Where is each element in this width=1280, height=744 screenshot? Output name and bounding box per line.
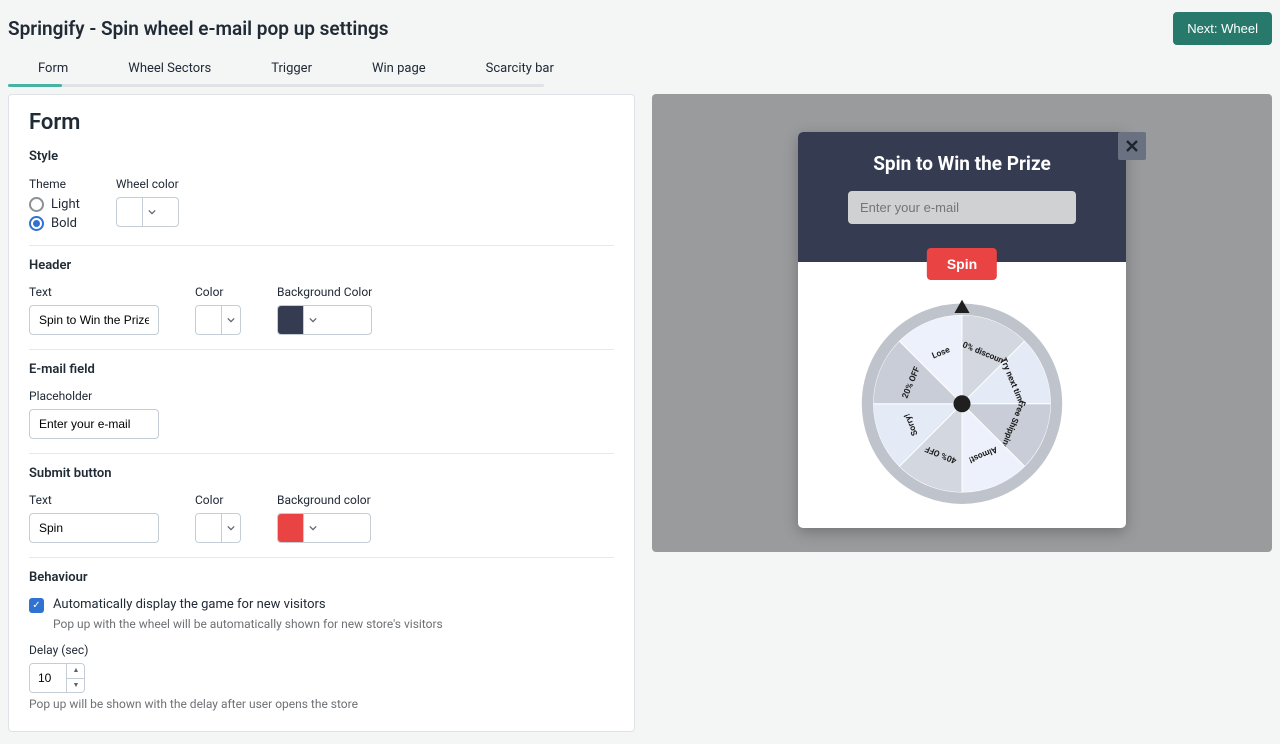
tab-wheel-sectors[interactable]: Wheel Sectors: [98, 53, 241, 84]
header-color-picker[interactable]: [195, 305, 241, 335]
chevron-down-icon: [304, 514, 322, 542]
submit-text-input[interactable]: [29, 513, 159, 543]
spinner-down-icon[interactable]: ▼: [67, 679, 85, 693]
chevron-down-icon: [304, 306, 322, 334]
tab-form[interactable]: Form: [8, 53, 98, 84]
email-placeholder-label: Placeholder: [29, 389, 159, 403]
email-placeholder-input[interactable]: [29, 409, 159, 439]
wheel-color-picker[interactable]: [116, 197, 179, 227]
settings-panel: Form Style Theme Light Bold: [8, 94, 635, 732]
auto-display-help: Pop up with the wheel will be automatica…: [53, 617, 614, 631]
submit-color-picker[interactable]: [195, 513, 241, 543]
delay-help: Pop up will be shown with the delay afte…: [29, 697, 614, 711]
page-title: Springify - Spin wheel e-mail pop up set…: [8, 17, 389, 40]
color-swatch: [196, 306, 222, 334]
theme-radio-bold[interactable]: Bold: [29, 216, 80, 231]
header-text-label: Text: [29, 285, 159, 299]
next-button[interactable]: Next: Wheel: [1173, 12, 1272, 45]
submit-section-label: Submit button: [29, 466, 614, 481]
preview-panel: Spin to Win the Prize Spin 10% discount!…: [652, 94, 1272, 552]
behaviour-section-label: Behaviour: [29, 570, 614, 585]
theme-radio-light[interactable]: Light: [29, 197, 80, 212]
theme-bold-label: Bold: [51, 216, 77, 231]
divider: [29, 453, 614, 454]
popup-title: Spin to Win the Prize: [828, 152, 1096, 175]
divider: [29, 349, 614, 350]
radio-icon: [29, 216, 44, 231]
submit-bg-picker[interactable]: [277, 513, 371, 543]
tab-progress-fill: [8, 84, 62, 87]
auto-display-label: Automatically display the game for new v…: [53, 597, 326, 612]
popup-email-input[interactable]: [848, 191, 1076, 224]
delay-input[interactable]: [30, 664, 66, 692]
auto-display-checkbox[interactable]: ✓: [29, 598, 44, 613]
color-swatch: [117, 198, 143, 226]
header-bg-picker[interactable]: [277, 305, 372, 335]
tab-trigger[interactable]: Trigger: [241, 53, 342, 84]
email-section-label: E-mail field: [29, 362, 614, 377]
divider: [29, 245, 614, 246]
spinner-up-icon[interactable]: ▲: [67, 664, 85, 679]
close-button[interactable]: [1118, 132, 1146, 160]
theme-light-label: Light: [51, 197, 80, 212]
color-swatch: [196, 514, 222, 542]
delay-label: Delay (sec): [29, 643, 614, 657]
chevron-down-icon: [222, 514, 240, 542]
tab-scarcity-bar[interactable]: Scarcity bar: [456, 53, 584, 84]
wheel-color-label: Wheel color: [116, 177, 179, 191]
submit-text-label: Text: [29, 493, 159, 507]
tab-win-page[interactable]: Win page: [342, 53, 456, 84]
header-color-label: Color: [195, 285, 241, 299]
header-text-input[interactable]: [29, 305, 159, 335]
submit-bg-label: Background color: [277, 493, 371, 507]
submit-color-label: Color: [195, 493, 241, 507]
chevron-down-icon: [143, 198, 161, 226]
close-icon: [1125, 139, 1139, 153]
header-bg-label: Background Color: [277, 285, 372, 299]
header-section-label: Header: [29, 258, 614, 273]
color-swatch: [278, 306, 304, 334]
chevron-down-icon: [222, 306, 240, 334]
tab-progress-track: [8, 84, 544, 87]
preview-popup: Spin to Win the Prize Spin 10% discount!…: [798, 132, 1126, 528]
divider: [29, 557, 614, 558]
spin-button[interactable]: Spin: [927, 248, 997, 280]
style-section-label: Style: [29, 149, 614, 164]
spin-wheel: 10% discount!Try next time!Free Shipping…: [858, 290, 1066, 508]
tabs: Form Wheel Sectors Trigger Win page Scar…: [8, 53, 1272, 84]
panel-heading: Form: [29, 110, 614, 135]
color-swatch: [278, 514, 304, 542]
theme-label: Theme: [29, 177, 80, 191]
radio-icon: [29, 197, 44, 212]
